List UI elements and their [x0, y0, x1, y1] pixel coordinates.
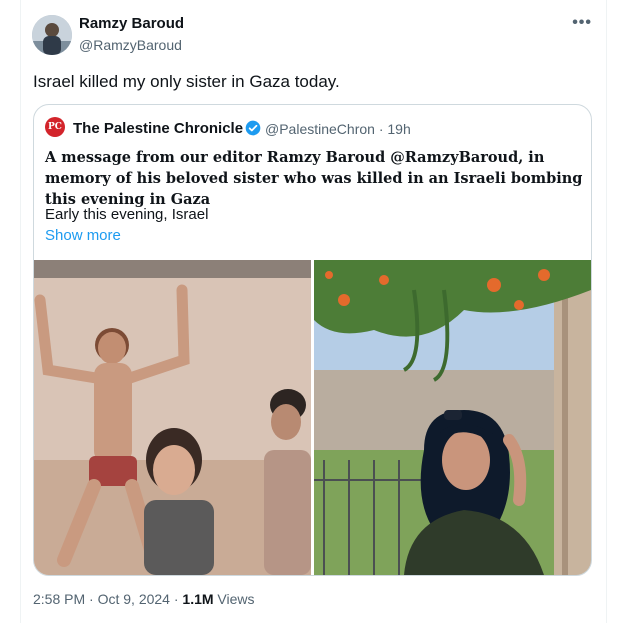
author-name[interactable]: Ramzy Baroud [79, 15, 184, 32]
quoted-handle-time[interactable]: @PalestineChron · 19h [265, 121, 411, 137]
tweet-timestamp[interactable]: 2:58 PM · Oct 9, 2024 · [33, 591, 182, 607]
quoted-tweet[interactable]: PC The Palestine Chronicle @PalestineChr… [33, 104, 592, 576]
show-more-link[interactable]: Show more [45, 227, 121, 244]
author-handle[interactable]: @RamzyBaroud [79, 37, 182, 53]
palestine-chronicle-logo: PC [45, 117, 65, 137]
photo-portrait[interactable] [314, 260, 591, 575]
photo-vintage[interactable] [34, 260, 311, 575]
quoted-title: A message from our editor Ramzy Baroud @… [45, 149, 583, 208]
quoted-author-name[interactable]: The Palestine Chronicle [73, 120, 243, 137]
tweet-text: Israel killed my only sister in Gaza tod… [33, 72, 340, 91]
verified-badge-icon [245, 120, 261, 136]
quoted-body: Early this evening, Israel [45, 206, 209, 223]
tweet-meta: 2:58 PM · Oct 9, 2024 · 1.1M Views [33, 591, 255, 607]
more-icon[interactable]: ••• [572, 14, 592, 32]
views-label: Views [213, 591, 255, 607]
views-count: 1.1M [182, 591, 214, 607]
tweet-card: Ramzy Baroud @RamzyBaroud ••• Israel kil… [20, 0, 607, 623]
author-avatar[interactable] [32, 15, 72, 55]
